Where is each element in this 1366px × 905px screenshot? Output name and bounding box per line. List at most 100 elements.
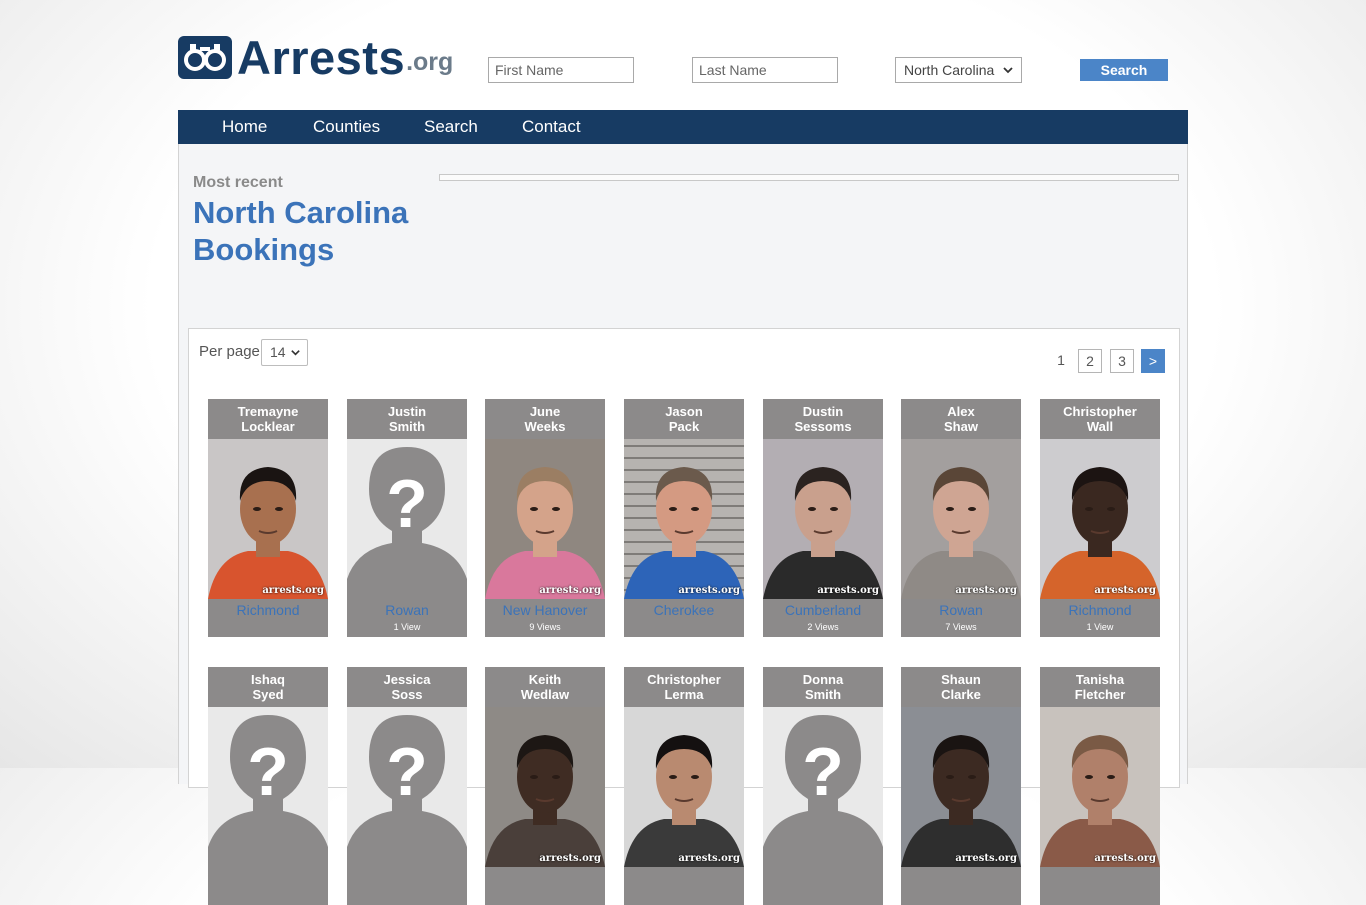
bookings-panel: Per page 14 1 2 3 > Tremayne Locklear arre… [188,328,1180,905]
booking-card[interactable]: June Weeks arrests.org New Hanover 9 Views [485,399,605,637]
last-name: Soss [391,687,423,702]
page-2-button[interactable]: 2 [1078,349,1102,373]
watermark-label: arrests.org [678,853,740,864]
nav-home[interactable]: Home [222,110,267,144]
chevron-down-icon [291,350,300,356]
booking-name[interactable]: Justin Smith [347,404,467,434]
view-count: 9 Views [529,622,561,632]
booking-name[interactable]: Tanisha Fletcher [1040,672,1160,702]
last-name: Locklear [241,419,295,434]
svg-text:?: ? [386,466,428,542]
last-name: Syed [252,687,284,702]
logo-suffix: .org [406,48,454,76]
booking-name[interactable]: Dustin Sessoms [763,404,883,434]
booking-name[interactable]: Jessica Soss [347,672,467,702]
first-name: Christopher [1063,404,1137,419]
chevron-down-icon [1003,67,1013,74]
mugshot-photo[interactable]: arrests.org [624,707,744,867]
next-page-button[interactable]: > [1141,349,1165,373]
booking-name[interactable]: Alex Shaw [901,404,1021,434]
booking-card[interactable]: Justin Smith? Rowan 1 View [347,399,467,637]
first-name: Jason [665,404,703,419]
mugshot-photo[interactable]: arrests.org [624,439,744,599]
first-name: Donna [802,672,844,687]
main-content: Most recent North Carolina Bookings Per … [178,144,1188,905]
booking-name[interactable]: Keith Wedlaw [485,672,605,702]
booking-name[interactable]: June Weeks [485,404,605,434]
per-page-value: 14 [270,344,286,360]
county-link[interactable]: Cumberland [763,602,883,618]
mugshot-photo[interactable]: arrests.org [763,439,883,599]
booking-name[interactable]: Jason Pack [624,404,744,434]
booking-name[interactable]: Christopher Lerma [624,672,744,702]
search-button[interactable]: Search [1080,59,1168,81]
booking-card[interactable]: Tanisha Fletcher arrests.org [1040,667,1160,905]
watermark-label: arrests.org [539,853,601,864]
last-name: Shaw [944,419,978,434]
nav-search[interactable]: Search [424,110,478,144]
booking-card[interactable]: Alex Shaw arrests.org Rowan 7 Views [901,399,1021,637]
booking-name[interactable]: Shaun Clarke [901,672,1021,702]
svg-text:?: ? [802,734,844,810]
county-link[interactable]: Richmond [1040,602,1160,618]
mugshot-photo[interactable]: arrests.org [485,707,605,867]
mugshot-photo[interactable]: arrests.org [1040,439,1160,599]
booking-card[interactable]: Shaun Clarke arrests.org [901,667,1021,905]
mugshot-photo[interactable]: arrests.org [1040,707,1160,867]
view-count: 2 Views [807,622,839,632]
per-page-label: Per page [199,343,260,360]
placeholder-avatar-icon[interactable]: ? [347,439,467,599]
nav-contact[interactable]: Contact [522,110,581,144]
booking-card[interactable]: Tremayne Locklear arrests.org Richmond [208,399,328,637]
per-page-select[interactable]: 14 [261,339,308,366]
booking-card[interactable]: Jessica Soss? [347,667,467,905]
mugshot-photo[interactable]: arrests.org [901,707,1021,867]
last-name: Smith [804,687,842,702]
logo-wordmark: Arrests [237,31,406,84]
first-name: Ishaq [251,672,285,687]
watermark-label: arrests.org [678,585,740,596]
page-title-line2: Bookings [193,232,335,267]
booking-name[interactable]: Donna Smith [763,672,883,702]
placeholder-avatar-icon[interactable]: ? [763,707,883,867]
booking-name[interactable]: Tremayne Locklear [208,404,328,434]
first-name: Christopher [647,672,721,687]
last-name: Fletcher [1074,687,1126,702]
site-logo[interactable]: Arrests .org [178,31,454,84]
last-name: Wedlaw [520,687,570,702]
page-title-line1: North Carolina [193,195,409,230]
handcuffs-icon [178,36,232,79]
first-name: June [529,404,561,419]
booking-card[interactable]: Jason Pack arrests.org Cherokee [624,399,744,637]
first-name: Alex [947,404,975,419]
county-link[interactable]: Rowan [347,602,467,618]
mugshot-photo[interactable]: arrests.org [208,439,328,599]
county-link[interactable]: Rowan [901,602,1021,618]
mugshot-photo[interactable]: arrests.org [485,439,605,599]
placeholder-avatar-icon[interactable]: ? [208,707,328,867]
first-name: Shaun [941,672,981,687]
mugshot-photo[interactable]: arrests.org [901,439,1021,599]
watermark-label: arrests.org [955,585,1017,596]
first-name-input[interactable] [488,57,634,83]
booking-card[interactable]: Donna Smith? [763,667,883,905]
booking-card[interactable]: Ishaq Syed? [208,667,328,905]
booking-name[interactable]: Ishaq Syed [208,672,328,702]
booking-card[interactable]: Christopher Wall arrests.org Richmond 1 View [1040,399,1160,637]
view-count: 1 View [1086,622,1114,632]
last-name: Sessoms [794,419,852,434]
county-link[interactable]: Richmond [208,602,328,618]
state-select[interactable]: North Carolina [895,57,1022,83]
booking-card[interactable]: Christopher Lerma arrests.org [624,667,744,905]
placeholder-avatar-icon[interactable]: ? [347,707,467,867]
booking-card[interactable]: Keith Wedlaw arrests.org [485,667,605,905]
booking-card[interactable]: Dustin Sessoms arrests.org Cumberland 2 View… [763,399,883,637]
page-3-button[interactable]: 3 [1110,349,1134,373]
booking-name[interactable]: Christopher Wall [1040,404,1160,434]
county-link[interactable]: Cherokee [624,602,744,618]
view-count: 1 View [393,622,421,632]
last-name-input[interactable] [692,57,838,83]
state-select-value: North Carolina [904,62,995,78]
county-link[interactable]: New Hanover [485,602,605,618]
nav-counties[interactable]: Counties [313,110,380,144]
